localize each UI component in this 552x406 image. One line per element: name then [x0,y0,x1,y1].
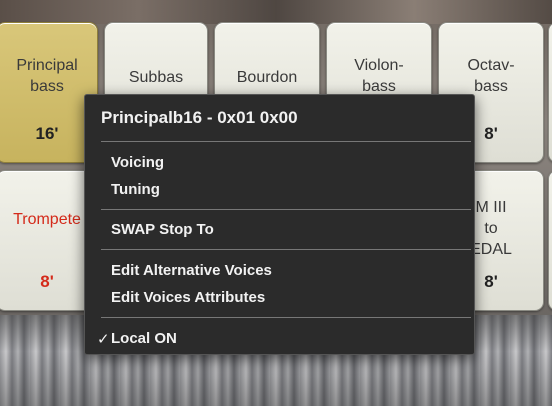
stop-feet: 16' [35,124,59,143]
stop-name: Octav- bass [467,57,515,95]
menu-item-swap-stop[interactable]: SWAP Stop To [111,221,214,238]
stop-edge-right-2[interactable] [548,170,552,311]
stop-name: Principal bass [16,57,78,95]
menu-item-local-on[interactable]: Local ON [111,330,177,347]
stop-name: Subbas [128,69,184,86]
menu-item-edit-alternative-voices[interactable]: Edit Alternative Voices [111,262,272,279]
menu-title: Principalb16 - 0x01 0x00 [101,108,298,127]
menu-separator [101,317,471,318]
stop-feet: 8' [40,272,54,291]
menu-item-tuning[interactable]: Tuning [111,181,160,198]
context-menu: Principalb16 - 0x01 0x00 Voicing Tuning … [84,94,475,355]
checkmark-icon: ✓ [97,331,110,348]
stop-name: Trompete [13,211,81,228]
menu-separator [101,141,471,142]
menu-separator [101,209,471,210]
menu-separator [101,249,471,250]
stop-name: Bourdon [236,69,298,86]
menu-item-edit-voices-attributes[interactable]: Edit Voices Attributes [111,289,265,306]
stop-name: Violon- bass [354,57,404,95]
background-top [0,0,552,24]
stop-edge-right[interactable] [548,22,552,163]
menu-item-voicing[interactable]: Voicing [111,154,164,171]
